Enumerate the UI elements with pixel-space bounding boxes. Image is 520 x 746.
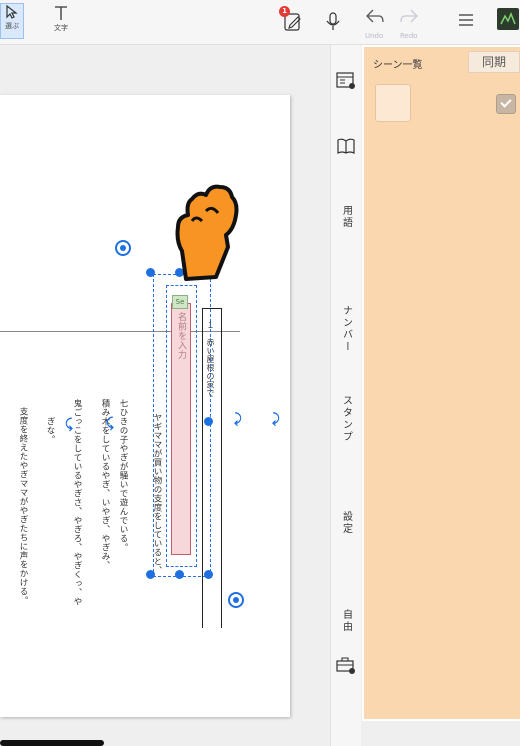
rotate-handle-top[interactable] xyxy=(115,240,131,256)
tab-number-label: ナンバー xyxy=(340,305,352,353)
sync-button[interactable]: 同期 xyxy=(468,51,520,73)
text-tool-button[interactable]: 文字 xyxy=(52,4,70,33)
resize-handle-bottom-right[interactable] xyxy=(204,570,213,579)
panel-title: シーン一覧 xyxy=(373,60,423,71)
title-frame-right xyxy=(221,308,222,628)
tab-number[interactable]: ナンバー xyxy=(331,305,361,353)
app-logo-icon xyxy=(497,8,519,30)
tab-stamp-label: スタンプ xyxy=(340,395,352,443)
curve-arrow-icon-3[interactable]: ⤹ xyxy=(106,416,114,431)
tab-settings[interactable]: 設定 xyxy=(331,511,361,535)
top-toolbar: 選ぶ 文字 1 Undo Redo xyxy=(0,0,520,45)
document-canvas[interactable]: ヤギママが買い物の支度をしていると、 七ひきの子やぎが騒いで遊んでいる。 積み木… xyxy=(0,45,330,746)
resize-handle-bottom-middle[interactable] xyxy=(175,570,184,579)
tab-settings-label: 設定 xyxy=(340,511,352,535)
manuscript-page[interactable]: ヤギママが買い物の支度をしていると、 七ひきの子やぎが騒いで遊んでいる。 積み木… xyxy=(0,95,290,717)
body-column-2: 七ひきの子やぎが騒いで遊んでいる。 xyxy=(118,399,128,552)
scene-thumbnail[interactable] xyxy=(375,84,411,122)
scene-settings-icon xyxy=(336,72,355,89)
tab-book[interactable] xyxy=(331,137,361,155)
curve-arrow-icon-4[interactable]: ⤹ xyxy=(65,417,73,432)
microphone-icon xyxy=(326,12,340,30)
name-input-box[interactable]: 名前を入力 xyxy=(171,303,191,555)
redo-label: Redo xyxy=(400,32,418,40)
select-tool-button[interactable]: 選ぶ xyxy=(0,3,24,39)
notification-button[interactable]: 1 xyxy=(279,6,304,32)
undo-label: Undo xyxy=(365,32,384,40)
tab-free[interactable]: 自由 xyxy=(331,609,361,633)
book-icon xyxy=(337,138,355,154)
text-tool-label: 文字 xyxy=(54,24,68,32)
undo-button[interactable] xyxy=(364,6,386,28)
curve-arrow-icon-2[interactable]: ⤸ xyxy=(272,412,280,427)
tab-scene-settings[interactable] xyxy=(331,71,361,91)
select-tool-label: 選ぶ xyxy=(5,22,19,30)
toolbox-settings-icon xyxy=(336,657,355,674)
notification-badge: 1 xyxy=(279,6,290,17)
tab-glossary[interactable]: 用語 xyxy=(331,205,361,229)
menu-button[interactable] xyxy=(456,10,478,32)
body-column-6: 支度を終えたやぎママがやぎたちに声をかける。 xyxy=(18,407,28,605)
sidebar-tab-strip: 用語 ナンバー スタンプ 設定 自由 xyxy=(330,45,361,746)
hamburger-menu-icon xyxy=(459,14,473,26)
text-tool-icon xyxy=(55,6,67,20)
select-icon xyxy=(6,4,18,19)
name-input-placeholder: 名前を入力 xyxy=(176,312,186,360)
pointing-hand-icon xyxy=(175,184,239,281)
scene-list-panel: シーン一覧 同期 xyxy=(362,45,520,721)
tab-glossary-label: 用語 xyxy=(340,205,352,229)
resize-handle-bottom-left[interactable] xyxy=(146,570,155,579)
resize-handle-top-left[interactable] xyxy=(146,268,155,277)
microphone-button[interactable] xyxy=(322,10,344,32)
tab-stamp[interactable]: スタンプ xyxy=(331,395,361,443)
home-indicator xyxy=(0,740,104,746)
body-column-5: ぎな。 xyxy=(45,417,55,444)
scene-checkbox[interactable] xyxy=(496,94,516,114)
tab-toolbox[interactable] xyxy=(331,655,361,675)
tab-free-label: 自由 xyxy=(340,609,352,633)
curve-arrow-icon-1[interactable]: ⤸ xyxy=(234,412,242,427)
undo-icon xyxy=(366,9,384,23)
stamp-sticker[interactable]: Se xyxy=(172,295,188,309)
redo-icon xyxy=(400,9,418,23)
rotate-handle-bottom[interactable] xyxy=(228,592,244,608)
redo-button[interactable] xyxy=(398,6,420,28)
resize-handle-middle-right[interactable] xyxy=(204,417,213,426)
